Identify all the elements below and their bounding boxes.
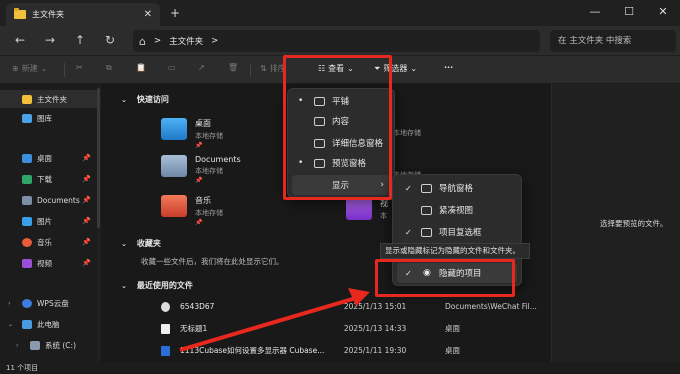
arrow-head <box>348 288 370 306</box>
arrow-line <box>179 296 357 352</box>
annotation-arrow <box>179 288 370 352</box>
